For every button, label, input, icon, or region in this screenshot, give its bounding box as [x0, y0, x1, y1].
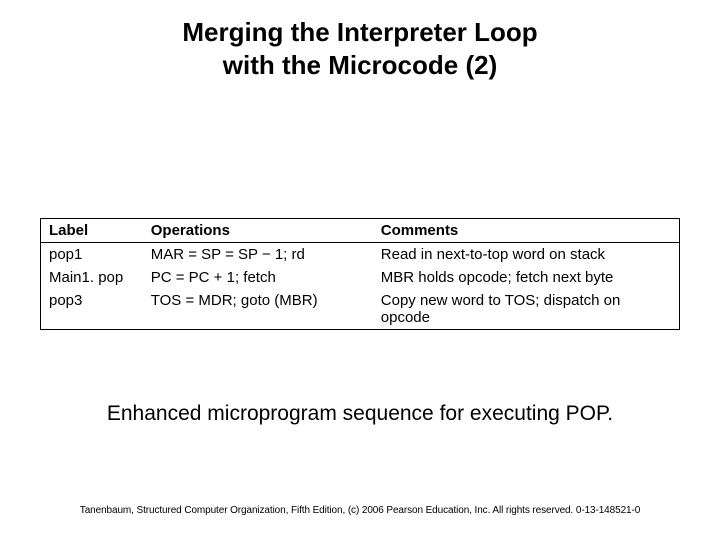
cell-label: pop1 [41, 243, 143, 267]
table-row: pop3 TOS = MDR; goto (MBR) Copy new word… [41, 289, 680, 330]
slide-title: Merging the Interpreter Loop with the Mi… [0, 0, 720, 81]
microcode-table-wrap: Label Operations Comments pop1 MAR = SP … [40, 218, 680, 330]
table-row: Main1. pop PC = PC + 1; fetch MBR holds … [41, 266, 680, 289]
cell-comments: Read in next-to-top word on stack [373, 243, 680, 267]
title-line-2: with the Microcode (2) [223, 50, 497, 80]
header-comments: Comments [373, 219, 680, 243]
header-label: Label [41, 219, 143, 243]
table-header-row: Label Operations Comments [41, 219, 680, 243]
cell-label: Main1. pop [41, 266, 143, 289]
title-line-1: Merging the Interpreter Loop [182, 17, 537, 47]
slide-footer: Tanenbaum, Structured Computer Organizat… [0, 505, 720, 516]
header-operations: Operations [143, 219, 373, 243]
cell-ops: MAR = SP = SP − 1; rd [143, 243, 373, 267]
cell-label: pop3 [41, 289, 143, 330]
cell-comments: Copy new word to TOS; dispatch on opcode [373, 289, 680, 330]
microcode-table: Label Operations Comments pop1 MAR = SP … [40, 218, 680, 330]
slide: Merging the Interpreter Loop with the Mi… [0, 0, 720, 540]
cell-ops: TOS = MDR; goto (MBR) [143, 289, 373, 330]
table-row: pop1 MAR = SP = SP − 1; rd Read in next-… [41, 243, 680, 267]
slide-caption: Enhanced microprogram sequence for execu… [0, 402, 720, 426]
cell-ops: PC = PC + 1; fetch [143, 266, 373, 289]
cell-comments: MBR holds opcode; fetch next byte [373, 266, 680, 289]
